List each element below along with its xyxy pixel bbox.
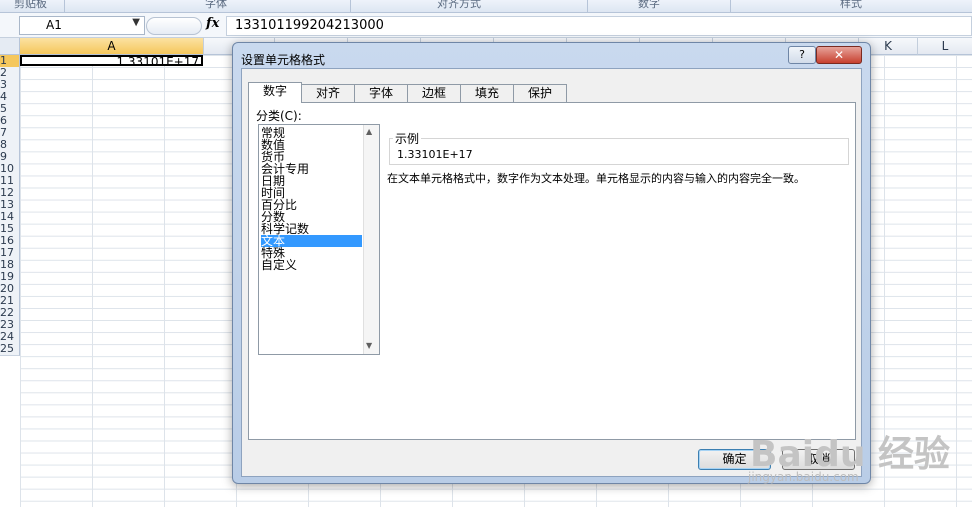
dialog-title: 设置单元格格式	[241, 53, 326, 67]
ribbon-group-number: 数字	[638, 0, 660, 10]
tab-fill[interactable]: 填充	[460, 84, 514, 102]
category-scrollbar[interactable]: ▲ ▼	[363, 125, 379, 354]
format-description: 在文本单元格格式中，数字作为文本处理。单元格显示的内容与输入的内容完全一致。	[387, 172, 805, 185]
scroll-up-icon[interactable]: ▲	[366, 127, 372, 136]
ribbon-group-clipboard: 剪贴板	[14, 0, 47, 10]
scroll-down-icon[interactable]: ▼	[366, 341, 372, 350]
row-header[interactable]: 25	[0, 343, 20, 356]
ok-button[interactable]: 确定	[698, 449, 771, 470]
select-all-corner[interactable]	[0, 38, 20, 55]
number-tab-panel: 分类(C): 常规 数值 货币 会计专用 日期 时间 百分比 分数 科学记数 文…	[248, 102, 856, 440]
format-cells-dialog: 设置单元格格式 ? ✕ 数字 对齐 字体 边框 填充 保护 分类(C): 常规 …	[232, 42, 871, 484]
ribbon-group-alignment: 对齐方式	[437, 0, 481, 10]
category-custom[interactable]: 自定义	[261, 259, 362, 271]
category-label: 分类(C):	[256, 109, 302, 123]
formula-bar: A1 ▼ fx 133101199204213000	[0, 13, 972, 38]
cell-a1[interactable]: 1.33101E+17	[20, 55, 203, 68]
tab-protection[interactable]: 保护	[513, 84, 567, 102]
ribbon-group-font: 字体	[205, 0, 227, 10]
formula-text: 133101199204213000	[235, 18, 384, 33]
category-list[interactable]: 常规 数值 货币 会计专用 日期 时间 百分比 分数 科学记数 文本 特殊 自定…	[258, 124, 380, 355]
sample-label: 示例	[393, 130, 422, 147]
insert-function-icon[interactable]: fx	[206, 16, 219, 31]
formula-input[interactable]: 133101199204213000	[226, 16, 972, 36]
tab-number[interactable]: 数字	[248, 82, 302, 103]
sample-value: 1.33101E+17	[397, 148, 473, 161]
name-box-value: A1	[46, 18, 62, 32]
chevron-down-icon[interactable]: ▼	[132, 17, 140, 28]
name-box[interactable]: A1 ▼	[19, 16, 145, 35]
ribbon-group-strip: 剪贴板 字体 对齐方式 数字 样式	[0, 0, 972, 13]
column-header-l[interactable]: L	[918, 38, 972, 55]
tab-font[interactable]: 字体	[354, 84, 408, 102]
column-header-a[interactable]: A	[20, 38, 204, 55]
dialog-body: 数字 对齐 字体 边框 填充 保护 分类(C): 常规 数值 货币 会计专用 日…	[241, 68, 862, 477]
help-button[interactable]: ?	[788, 46, 816, 64]
close-button[interactable]: ✕	[816, 46, 862, 64]
ribbon-group-styles: 样式	[840, 0, 862, 10]
cancel-button[interactable]: 取消	[782, 449, 855, 470]
tab-alignment[interactable]: 对齐	[301, 84, 355, 102]
tab-border[interactable]: 边框	[407, 84, 461, 102]
formula-bar-toggle[interactable]	[146, 17, 202, 35]
